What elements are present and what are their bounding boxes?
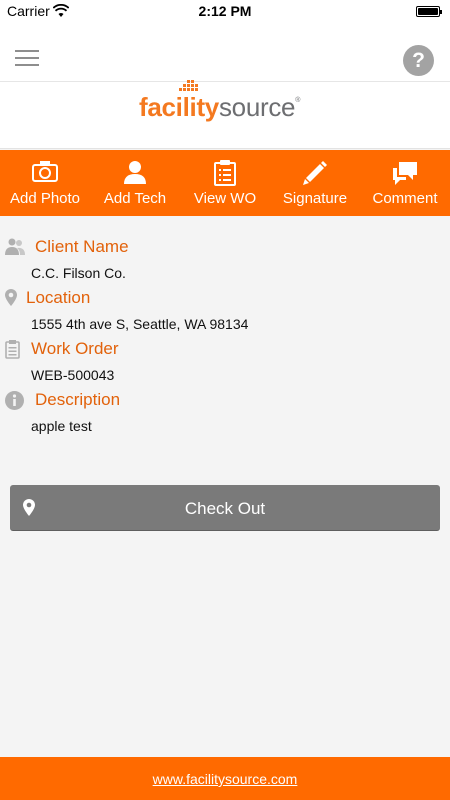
nav-bar: ? facilitysource® [0, 24, 450, 149]
help-button[interactable]: ? [403, 45, 434, 76]
add-tech-label: Add Tech [103, 190, 167, 207]
description-value: apple test [31, 418, 92, 434]
clock: 2:12 PM [198, 3, 252, 19]
view-wo-button[interactable]: View WO [180, 150, 270, 216]
work-order-title: Work Order [31, 339, 119, 358]
logo-text-facility: facility [139, 92, 219, 122]
signature-button[interactable]: Signature [270, 150, 360, 216]
battery-icon [416, 6, 442, 17]
description-title: Description [35, 390, 121, 409]
add-photo-button[interactable]: Add Photo [0, 150, 90, 216]
person-icon [124, 161, 146, 184]
action-toolbar: Add Photo Add Tech View WO Signature Com… [0, 150, 450, 216]
comment-label: Comment [372, 190, 438, 207]
comment-button[interactable]: Comment [360, 150, 450, 216]
registered-mark: ® [295, 97, 301, 104]
signature-label: Signature [282, 190, 348, 207]
check-out-label: Check Out [184, 499, 266, 518]
status-bar: Carrier 2:12 PM [0, 0, 450, 24]
clipboard-icon [214, 160, 236, 186]
clipboard-icon [5, 340, 20, 359]
location-title: Location [26, 288, 91, 307]
info-icon [5, 391, 24, 410]
camera-icon [32, 161, 58, 182]
pencil-icon [303, 161, 327, 185]
menu-icon[interactable] [15, 50, 39, 68]
map-pin-icon [5, 289, 17, 306]
people-icon [5, 238, 25, 255]
footer: www.facilitysource.com [0, 757, 450, 800]
work-order-value: WEB-500043 [31, 367, 115, 383]
client-name-value: C.C. Filson Co. [31, 265, 126, 281]
speech-bubbles-icon [393, 162, 417, 185]
check-out-button[interactable]: Check Out [10, 485, 440, 531]
website-link[interactable]: www.facilitysource.com [153, 771, 298, 787]
location-value: 1555 4th ave S, Seattle, WA 98134 [31, 316, 249, 332]
view-wo-label: View WO [193, 190, 257, 207]
facilitysource-logo: facilitysource® [139, 80, 315, 124]
add-tech-button[interactable]: Add Tech [90, 150, 180, 216]
logo-text-source: source [218, 92, 296, 122]
add-photo-label: Add Photo [9, 190, 81, 207]
client-name-title: Client Name [35, 237, 129, 256]
